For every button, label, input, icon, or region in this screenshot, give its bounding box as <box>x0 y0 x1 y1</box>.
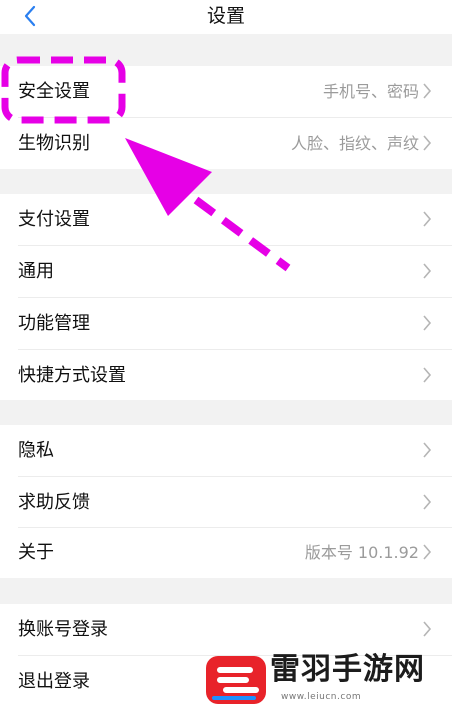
chevron-right-icon <box>423 211 432 227</box>
settings-row-shortcuts[interactable]: 快捷方式设置 <box>0 350 452 401</box>
settings-row-switch-account[interactable]: 换账号登录 <box>0 604 452 655</box>
chevron-right-icon <box>423 83 432 99</box>
chevron-right-icon <box>423 621 432 637</box>
row-label: 隐私 <box>18 440 54 461</box>
chevron-right-icon <box>423 442 432 458</box>
row-label: 求助反馈 <box>18 492 90 513</box>
chevron-right-icon <box>423 367 432 383</box>
chevron-right-icon <box>423 135 432 151</box>
row-label: 安全设置 <box>18 81 90 102</box>
row-label: 功能管理 <box>18 313 90 334</box>
row-label: 支付设置 <box>18 209 90 230</box>
settings-group-security: 安全设置 手机号、密码 生物识别 人脸、指纹、声纹 <box>0 66 452 169</box>
settings-row-feedback[interactable]: 求助反馈 <box>0 477 452 528</box>
settings-row-features[interactable]: 功能管理 <box>0 298 452 349</box>
settings-row-security[interactable]: 安全设置 手机号、密码 <box>0 66 452 117</box>
row-label: 换账号登录 <box>18 619 108 640</box>
page-title: 设置 <box>206 5 245 27</box>
version-value: 版本号 10.1.92 <box>304 543 419 562</box>
chevron-right-icon <box>423 315 432 331</box>
nav-bar: 设置 <box>0 0 452 34</box>
chevron-right-icon <box>423 263 432 279</box>
chevron-right-icon <box>423 494 432 510</box>
row-label: 退出登录 <box>18 671 90 692</box>
row-label: 关于 <box>18 542 54 563</box>
settings-row-privacy[interactable]: 隐私 <box>0 425 452 476</box>
watermark-url: www.leiucn.com <box>281 692 362 702</box>
settings-row-payment[interactable]: 支付设置 <box>0 194 452 245</box>
row-label: 通用 <box>18 261 54 282</box>
settings-group-about: 隐私 求助反馈 关于 版本号 10.1.92 <box>0 425 452 578</box>
row-value: 人脸、指纹、声纹 <box>290 134 419 153</box>
row-label: 快捷方式设置 <box>18 365 126 386</box>
chevron-right-icon <box>423 544 432 560</box>
watermark-name: 雷羽手游网 <box>270 652 425 687</box>
row-label: 生物识别 <box>18 133 90 154</box>
settings-row-about[interactable]: 关于 版本号 10.1.92 <box>0 527 452 578</box>
row-value: 手机号、密码 <box>322 82 419 101</box>
settings-row-general[interactable]: 通用 <box>0 246 452 297</box>
settings-group-general: 支付设置 通用 功能管理 快捷方式设置 <box>0 194 452 400</box>
settings-row-biometrics[interactable]: 生物识别 人脸、指纹、声纹 <box>0 118 452 169</box>
